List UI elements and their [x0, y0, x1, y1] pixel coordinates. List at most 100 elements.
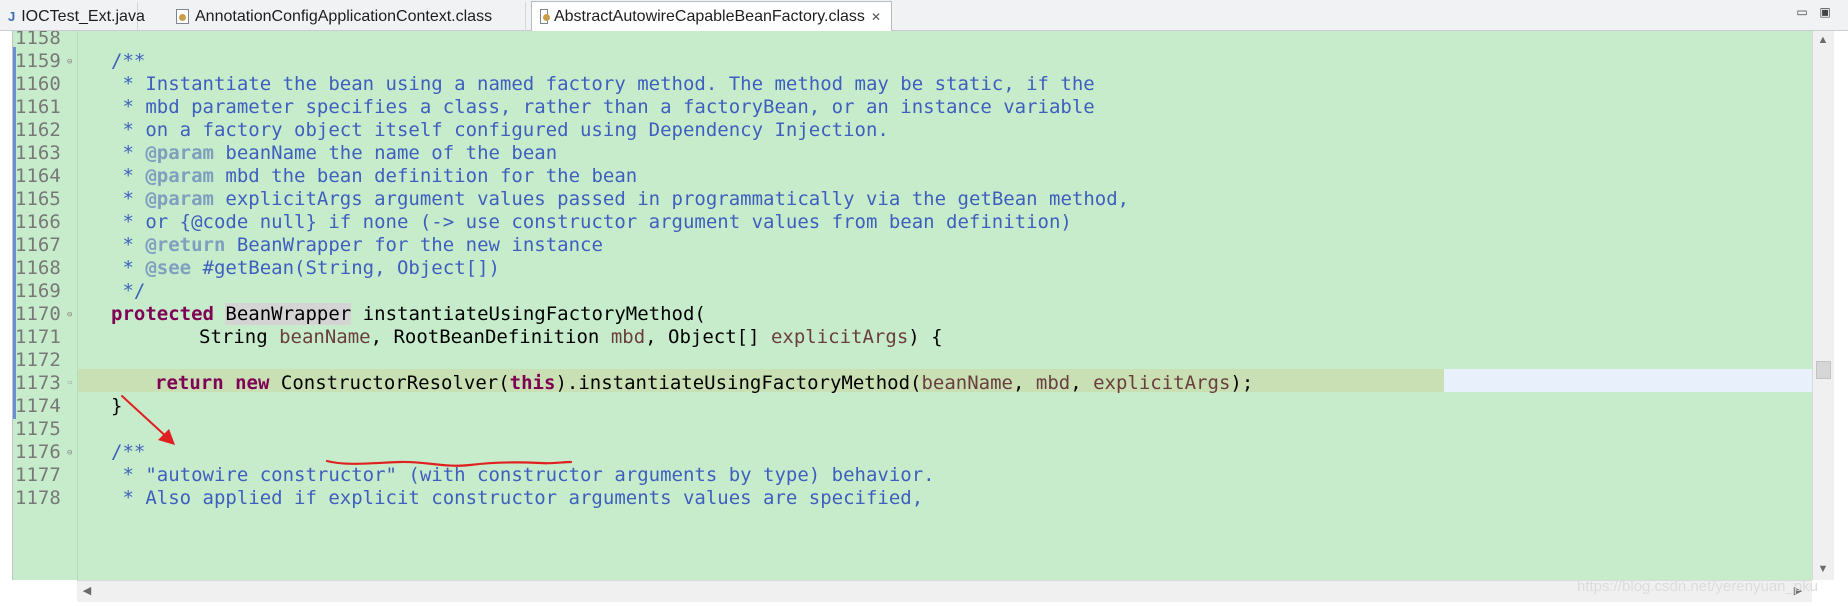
- javadoc-text: * Instantiate the bean using a named fac…: [111, 73, 1095, 95]
- fold-collapse-icon[interactable]: ⊖: [67, 311, 72, 320]
- line-number: 1177: [15, 464, 61, 486]
- code-line-1168: 1168 * @see #getBean(String, Object[]): [15, 257, 500, 279]
- vertical-scrollbar[interactable]: ▲ ▼: [1812, 31, 1834, 580]
- line-number: 1158: [15, 31, 61, 49]
- line-number: 1166: [15, 211, 61, 233]
- keyword-protected: protected: [111, 303, 214, 325]
- javadoc-tag: @see: [145, 257, 192, 279]
- line-number: 1162: [15, 119, 61, 141]
- code-line-1164: 1164 * @param mbd the bean definition fo…: [15, 165, 638, 187]
- code-line-1165: 1165 * @param explicitArgs argument valu…: [15, 188, 1130, 210]
- class-file-icon: [540, 9, 550, 24]
- javadoc-text: beanName the name of the bean: [213, 142, 558, 164]
- line-number: 1174: [15, 395, 61, 417]
- line-number: 1176: [15, 441, 61, 463]
- current-line-marker-icon: ⇨: [67, 378, 73, 388]
- method-call: ).instantiateUsingFactoryMethod(: [555, 372, 922, 394]
- code-line-1177: 1177 * "autowire constructor" (with cons…: [13, 464, 1813, 487]
- tab-abstractautowirecapablebeanfactory-class[interactable]: AbstractAutowireCapableBeanFactory.class…: [531, 1, 892, 31]
- param-explicitargs: explicitArgs: [770, 326, 909, 348]
- scroll-up-icon[interactable]: ▲: [1816, 34, 1830, 46]
- code-line-1159: 1159 ⊖ /**: [13, 50, 1813, 73]
- code-line-1178: 1178 * Also applied if explicit construc…: [13, 487, 1813, 510]
- code-line-1162: 1162 * on a factory object itself config…: [13, 119, 1813, 142]
- keyword-new: new: [235, 372, 270, 394]
- code-line-1167: 1167 * @return BeanWrapper for the new i…: [15, 234, 603, 256]
- javadoc-tag: @param: [145, 142, 214, 164]
- maximize-icon[interactable]: ▣: [1818, 6, 1832, 18]
- code-line-1163: 1163 * @param beanName the name of the b…: [15, 142, 558, 164]
- javadoc-open: /**: [111, 50, 146, 72]
- close-icon[interactable]: ✕: [871, 10, 881, 24]
- javadoc-text: * Also applied if explicit constructor a…: [111, 487, 924, 509]
- type-beanwrapper: BeanWrapper: [225, 303, 352, 325]
- javadoc-tag: @param: [145, 165, 214, 187]
- watermark: https://blog.csdn.net/yerenyuan_pku: [1577, 578, 1818, 595]
- fold-collapse-icon[interactable]: ⊖: [67, 449, 72, 458]
- code-line-1176: 1176 ⊖ /**: [13, 441, 1813, 464]
- line-number: 1167: [15, 234, 61, 256]
- param-beanname: beanName: [279, 326, 371, 348]
- code-line-1166: 1166 * or {@code null} if none (-> use c…: [13, 211, 1813, 234]
- code-line-1170: 1170 ⊖ protected BeanWrapper instantiate…: [13, 303, 1813, 326]
- code-line-1161: 1161 * mbd parameter specifies a class, …: [13, 96, 1813, 119]
- line-number: 1178: [15, 487, 61, 509]
- arg-beanname: beanName: [921, 372, 1013, 394]
- line-number: 1163: [15, 142, 61, 164]
- code-line-1173: 1173 ⇨ return new ConstructorResolver(th…: [15, 372, 1254, 394]
- param-mbd: mbd: [610, 326, 646, 348]
- tab-label: AnnotationConfigApplicationContext.class: [195, 7, 493, 25]
- javadoc-tag: @param: [145, 188, 214, 210]
- line-number: 1161: [15, 96, 61, 118]
- tab-label: AbstractAutowireCapableBeanFactory.class: [553, 7, 865, 25]
- line-number: 1168: [15, 257, 61, 279]
- line-number: 1169: [15, 280, 61, 302]
- javadoc-text: * or {@code null} if none (-> use constr…: [111, 211, 1072, 233]
- arg-mbd: mbd: [1035, 372, 1071, 394]
- line-number: 1159: [15, 50, 61, 72]
- class-constructorresolver[interactable]: ConstructorResolver: [281, 372, 498, 394]
- fold-collapse-icon[interactable]: ⊖: [67, 58, 72, 67]
- code-line-1171: 1171 String beanName, RootBeanDefinition…: [15, 326, 943, 348]
- javadoc-open: /**: [111, 441, 146, 463]
- code-line-1169: 1169 */: [13, 280, 1813, 303]
- javadoc-text: #getBean(String, Object[]): [191, 257, 500, 279]
- code-line-1174: 1174 }: [13, 395, 1813, 418]
- arg-explicitargs: explicitArgs: [1093, 372, 1231, 394]
- javadoc-text: mbd the bean definition for the bean: [213, 165, 638, 187]
- tab-annotationconfigapplicationcontext-class[interactable]: AnnotationConfigApplicationContext.class: [168, 2, 526, 31]
- code-line-1160: 1160 * Instantiate the bean using a name…: [13, 73, 1813, 96]
- code-line-1158: 1158: [13, 31, 1813, 50]
- method-signature: instantiateUsingFactoryMethod(: [351, 303, 706, 325]
- tab-label: IOCTest_Ext.java: [21, 7, 145, 25]
- javadoc-text: * "autowire constructor" (with construct…: [111, 464, 935, 486]
- scroll-down-icon[interactable]: ▼: [1816, 563, 1830, 575]
- keyword-return: return: [155, 372, 224, 394]
- keyword-this: this: [509, 372, 556, 394]
- javadoc-text: * mbd parameter specifies a class, rathe…: [111, 96, 1095, 118]
- line-number: 1165: [15, 188, 61, 210]
- scrollbar-thumb[interactable]: [1816, 361, 1831, 379]
- java-file-icon: J: [8, 8, 16, 24]
- tab-ioctest-ext-java[interactable]: J IOCTest_Ext.java: [0, 2, 145, 31]
- class-file-icon: [176, 9, 189, 24]
- line-number: 1175: [15, 418, 61, 440]
- code-line-1172: 1172: [13, 349, 1813, 372]
- code-line-1175: 1175: [13, 418, 1813, 441]
- line-number: 1170: [15, 303, 61, 325]
- javadoc-tag: @return: [145, 234, 226, 256]
- line-number: 1172: [15, 349, 61, 371]
- closing-brace: }: [111, 395, 123, 417]
- scroll-left-icon[interactable]: ◀: [80, 585, 94, 597]
- code-editor[interactable]: 1158 1159 ⊖ /** 1160 * Instantiate the b…: [12, 31, 1813, 580]
- editor-tab-bar: J IOCTest_Ext.java AnnotationConfigAppli…: [0, 0, 1848, 31]
- horizontal-scrollbar[interactable]: ◀ ▶: [77, 580, 1812, 602]
- javadoc-close: */: [111, 280, 146, 302]
- javadoc-text: * on a factory object itself configured …: [111, 119, 889, 141]
- line-number: 1164: [15, 165, 61, 187]
- line-number: 1171: [15, 326, 61, 348]
- line-number: 1160: [15, 73, 61, 95]
- minimize-icon[interactable]: ▭: [1795, 6, 1809, 18]
- javadoc-text: explicitArgs argument values passed in p…: [213, 188, 1130, 210]
- line-number: 1173: [15, 372, 61, 394]
